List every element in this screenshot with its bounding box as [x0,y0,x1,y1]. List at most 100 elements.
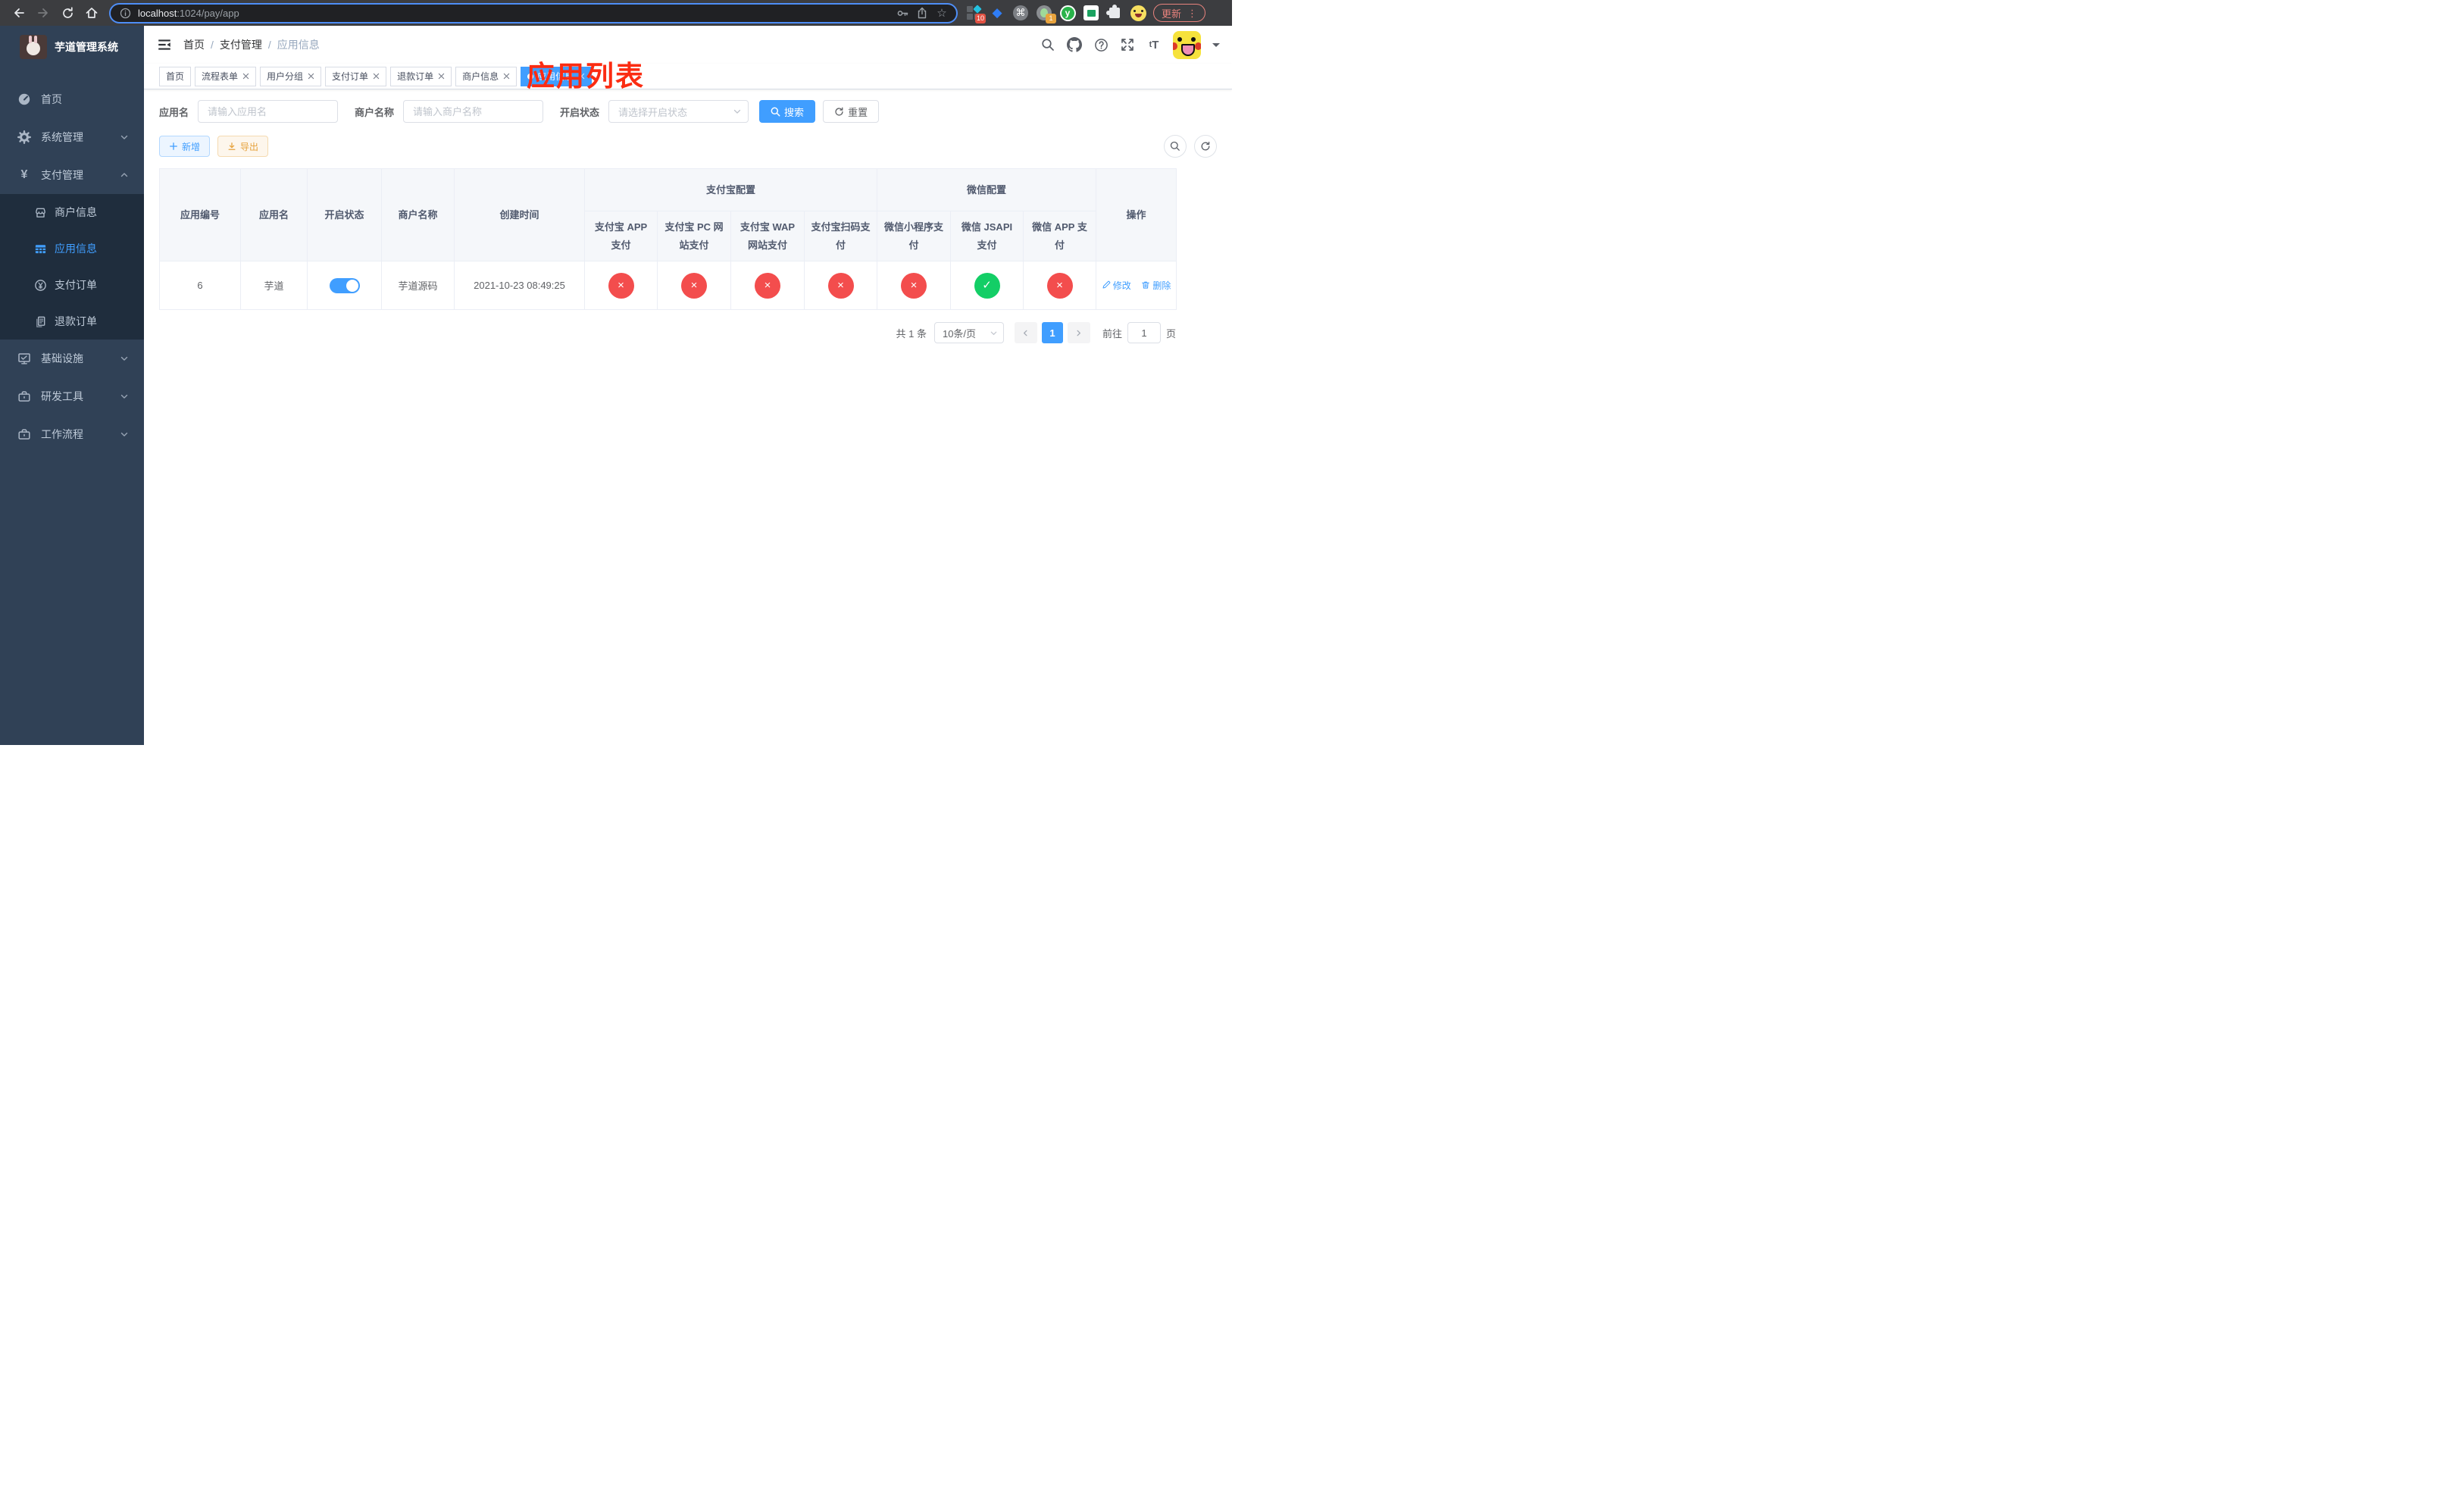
tab-merchant-info[interactable]: 商户信息 [455,66,518,86]
search-button[interactable]: 搜索 [759,100,816,123]
sidebar-item-dev-tools[interactable]: 研发工具 [0,377,144,415]
alipay-wap-status-icon: × [755,272,780,299]
extension-grid-icon[interactable]: 10 [965,5,986,23]
search-icon[interactable] [1040,37,1055,52]
tab-pay-orders[interactable]: 支付订单 [325,66,387,86]
extension-recorder-icon[interactable]: 1 [1036,5,1056,23]
status-select[interactable]: 请选择开启状态 [608,100,749,123]
extension-y-icon[interactable]: y [1059,5,1076,21]
sidebar-item-refund-orders[interactable]: 退款订单 [0,303,144,340]
cell-app-id: 6 [159,261,241,311]
close-icon[interactable] [372,73,380,80]
extension-puzzle-icon[interactable] [1106,5,1123,21]
sidebar-item-payment[interactable]: ¥ 支付管理 [0,156,144,194]
merchant-name-input[interactable] [403,100,544,123]
app-name-input[interactable] [198,100,339,123]
main-panel: 应用列表 首页 / 支付管理 / 应用信息 tT 首页 流程表单 用户分组 支付… [144,26,1232,745]
sidebar-item-infra[interactable]: 基础设施 [0,340,144,377]
sidebar-collapse-icon[interactable] [156,36,173,53]
dashboard-icon [17,92,32,106]
chevron-down-icon [990,329,998,337]
prev-page-button[interactable] [1014,322,1037,344]
sidebar-item-app-info[interactable]: 应用信息 [0,230,144,267]
browser-forward-icon[interactable] [35,5,52,21]
export-button[interactable]: 导出 [217,136,269,157]
page-size-select[interactable]: 10条/页 [933,322,1004,344]
browser-update-button[interactable]: 更新 ⋮ [1153,4,1206,22]
page-content: 应用名 商户名称 开启状态 请选择开启状态 搜索 重置 [144,89,1232,344]
sidebar-logo[interactable]: 芋道管理系统 [0,26,144,68]
close-icon[interactable] [307,73,314,80]
grid-table-icon [33,242,47,255]
tab-home[interactable]: 首页 [159,66,192,86]
breadcrumb-current: 应用信息 [277,39,320,51]
tab-refund-orders[interactable]: 退款订单 [390,66,452,86]
close-icon[interactable] [502,73,510,80]
col-header-ops: 操作 [1096,167,1177,262]
bookmark-star-icon[interactable]: ☆ [935,6,949,20]
navbar-actions: tT [1040,30,1220,59]
extension-chat-icon[interactable] [1083,5,1099,21]
user-menu-caret-icon[interactable] [1212,42,1220,51]
browser-extensions: 10 ◆ ⌘ 1 y 更新 ⋮ [965,4,1206,23]
wx-lite-status-icon: × [901,272,927,299]
help-icon[interactable] [1093,37,1108,52]
tab-user-group[interactable]: 用户分组 [260,66,322,86]
url-bar[interactable]: localhost:1024/pay/app ☆ [109,2,958,23]
reset-button[interactable]: 重置 [823,100,880,123]
show-search-button[interactable] [1164,135,1187,158]
chevron-down-icon [120,392,129,401]
font-size-icon[interactable]: tT [1146,37,1162,52]
sidebar-item-workflow[interactable]: 工作流程 [0,415,144,453]
close-icon[interactable] [437,73,445,80]
delete-link[interactable]: 删除 [1141,279,1171,292]
extension-command-icon[interactable]: ⌘ [1012,5,1029,21]
col-header-merchant: 商户名称 [381,167,455,262]
col-header-status: 开启状态 [307,167,382,262]
github-icon[interactable] [1067,37,1082,52]
annotation-overlay: 应用列表 [527,61,645,92]
add-button[interactable]: 新增 [159,136,211,157]
site-info-icon[interactable] [118,6,132,20]
browser-reload-icon[interactable] [59,5,76,21]
chevron-down-icon [733,107,742,116]
user-avatar[interactable] [1173,30,1201,59]
fullscreen-icon[interactable] [1120,37,1135,52]
sidebar-item-home[interactable]: 首页 [0,80,144,118]
enabled-toggle[interactable] [329,277,360,293]
breadcrumb: 首页 / 支付管理 / 应用信息 [183,37,320,52]
browser-back-icon[interactable] [11,5,27,21]
sidebar-item-pay-orders[interactable]: 支付订单 [0,267,144,303]
payment-submenu: 商户信息 应用信息 支付订单 退款订单 [0,194,144,340]
extension-gem-icon[interactable]: ◆ [989,5,1005,21]
password-key-icon[interactable] [896,6,909,20]
refresh-button[interactable] [1194,135,1217,158]
sidebar: 芋道管理系统 首页 系统管理 ¥ 支付管理 商户信息 应用信息 支付订单 退款订… [0,26,144,745]
extension-emoji-icon[interactable] [1130,5,1146,21]
total-count: 共 1 条 [896,327,927,340]
browser-chrome: localhost:1024/pay/app ☆ 10 ◆ ⌘ 1 y 更新 ⋮ [0,0,1232,26]
col-header-wx-lite: 微信小程序支付 [877,211,952,262]
breadcrumb-payment[interactable]: 支付管理 [220,37,262,52]
extension-badge: 10 [974,14,986,23]
app-title: 芋道管理系统 [55,41,118,53]
close-icon[interactable] [242,73,249,80]
col-header-app-id: 应用编号 [159,167,241,262]
breadcrumb-home[interactable]: 首页 [183,37,205,52]
sidebar-item-system[interactable]: 系统管理 [0,118,144,156]
browser-menu-kebab-icon[interactable]: ⋮ [1187,8,1197,18]
next-page-button[interactable] [1067,322,1090,344]
sidebar-item-merchant-info[interactable]: 商户信息 [0,194,144,230]
document-icon [33,315,47,328]
extension-badge: 1 [1046,14,1056,23]
edit-link[interactable]: 修改 [1102,279,1131,292]
briefcase-icon [17,390,32,403]
screen: localhost:1024/pay/app ☆ 10 ◆ ⌘ 1 y 更新 ⋮ [0,0,1232,745]
browser-home-icon[interactable] [83,5,100,21]
goto-page-input[interactable] [1127,322,1161,344]
page-number-1[interactable]: 1 [1041,322,1063,344]
share-icon[interactable] [915,6,929,20]
chevron-up-icon [120,171,129,180]
cell-app-name: 芋道 [240,261,308,311]
tab-process-form[interactable]: 流程表单 [195,66,257,86]
